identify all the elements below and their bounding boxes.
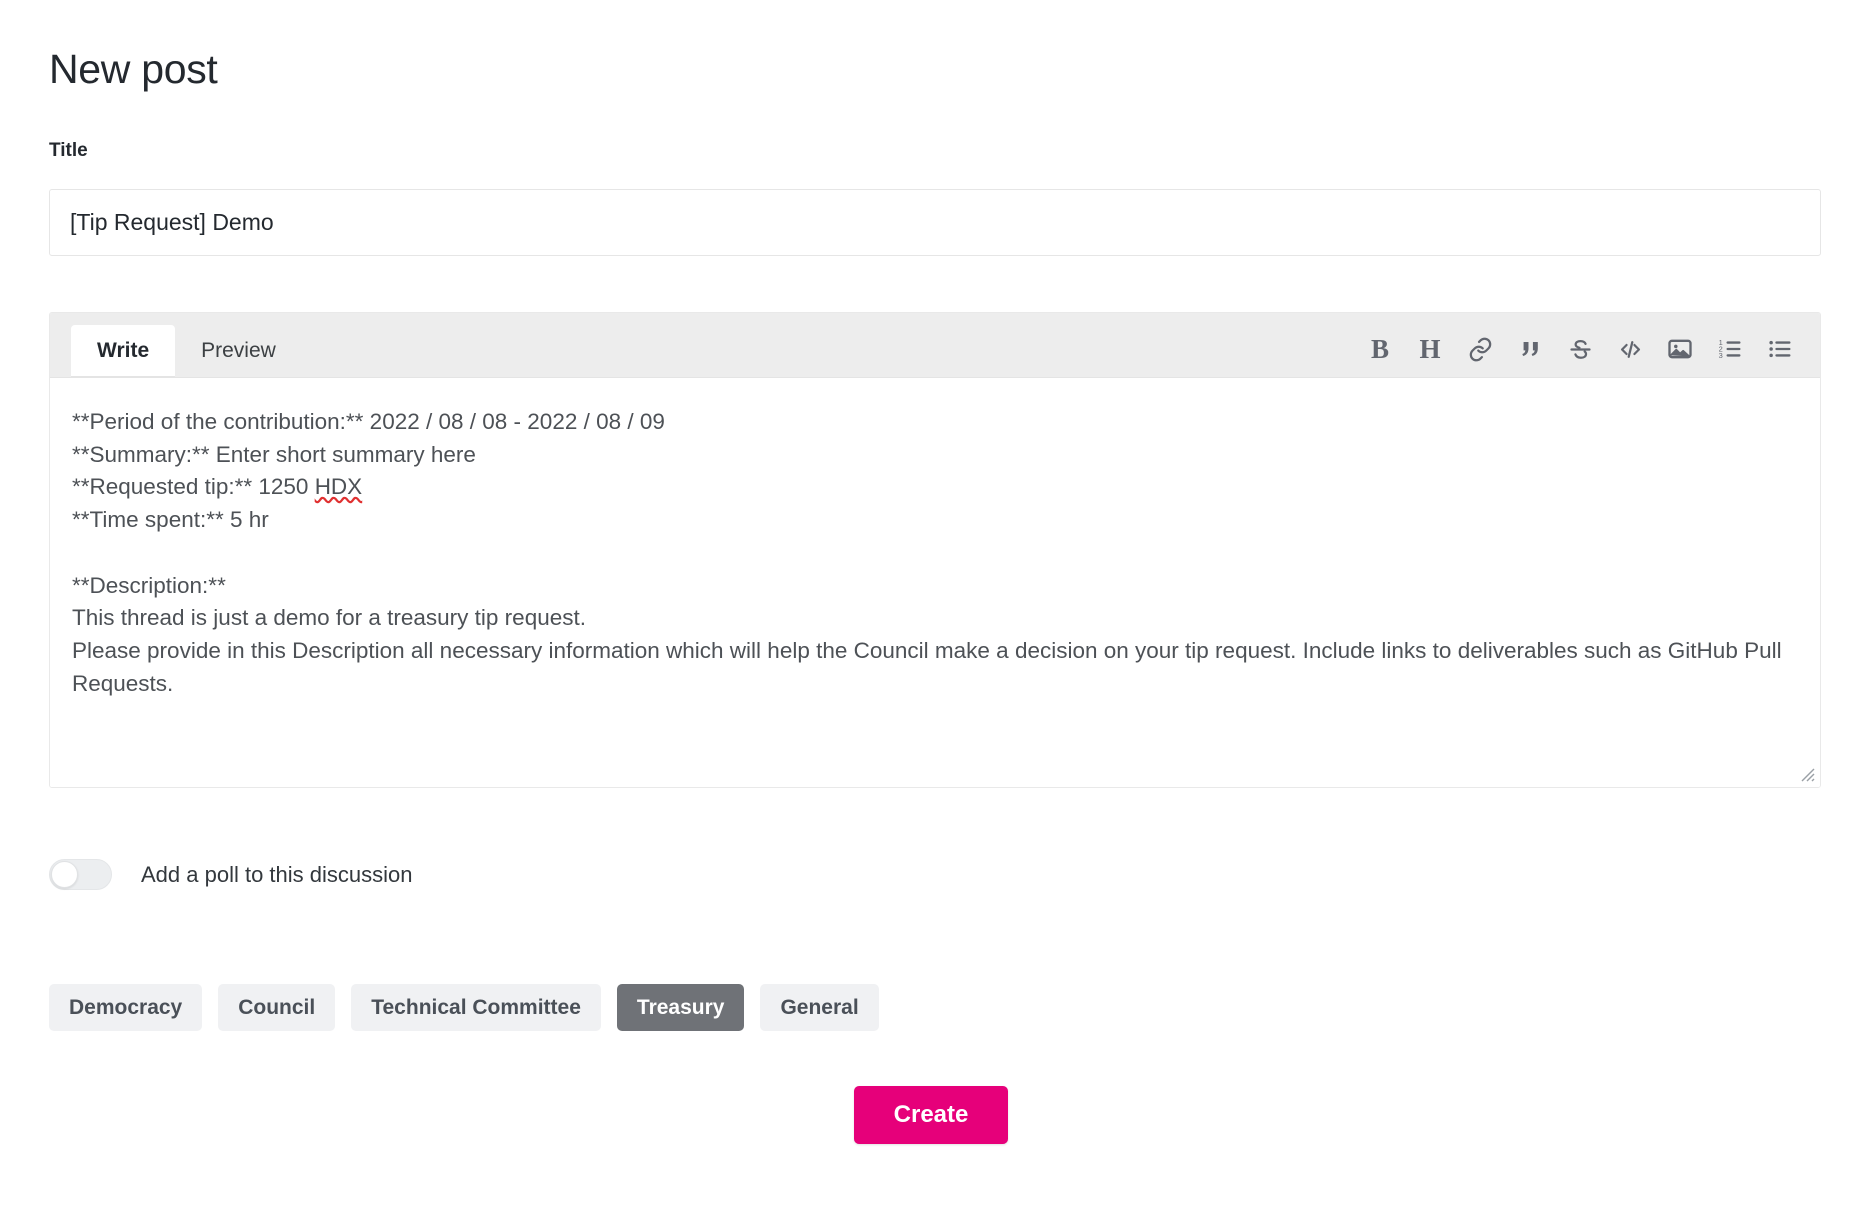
editor-toolbar: Write Preview B H 1 2 3 — [50, 313, 1820, 378]
title-input[interactable] — [49, 189, 1821, 256]
link-icon[interactable] — [1462, 331, 1498, 367]
poll-toggle-row: Add a poll to this discussion — [49, 859, 413, 890]
code-icon[interactable] — [1612, 331, 1648, 367]
markdown-editor: Write Preview B H 1 2 3 **Period of the … — [49, 312, 1821, 788]
strikethrough-icon[interactable] — [1562, 331, 1598, 367]
create-button[interactable]: Create — [853, 1086, 1009, 1144]
textarea-resize-handle[interactable] — [1794, 761, 1816, 783]
tab-preview[interactable]: Preview — [175, 325, 302, 377]
image-icon[interactable] — [1662, 331, 1698, 367]
bold-icon[interactable]: B — [1362, 331, 1398, 367]
unordered-list-icon[interactable] — [1762, 331, 1798, 367]
tag-democracy[interactable]: Democracy — [49, 984, 203, 1032]
ordered-list-icon[interactable]: 1 2 3 — [1712, 331, 1748, 367]
tag-council[interactable]: Council — [218, 984, 336, 1032]
poll-toggle-label: Add a poll to this discussion — [141, 861, 413, 887]
tag-selector: Democracy Council Technical Committee Tr… — [49, 984, 879, 1032]
tag-technical-committee[interactable]: Technical Committee — [351, 984, 601, 1032]
tab-write[interactable]: Write — [71, 325, 176, 377]
title-field-label: Title — [49, 140, 88, 161]
formatting-toolbar: B H 1 2 3 — [1362, 331, 1798, 367]
editor-body: **Period of the contribution:** 2022 / 0… — [50, 378, 1820, 787]
tag-treasury[interactable]: Treasury — [616, 984, 745, 1032]
new-post-page: New post Title Write Preview B H — [0, 0, 1862, 1232]
create-button-row: Create — [0, 1086, 1862, 1144]
editor-tabs: Write Preview — [71, 313, 302, 377]
tag-general[interactable]: General — [760, 984, 879, 1032]
poll-toggle-switch[interactable] — [49, 859, 112, 890]
post-content-textarea[interactable]: **Period of the contribution:** 2022 / 0… — [50, 378, 1820, 787]
bold-glyph: B — [1370, 333, 1389, 364]
page-title: New post — [49, 46, 218, 93]
quote-icon[interactable] — [1512, 331, 1548, 367]
poll-toggle-knob — [51, 861, 78, 888]
heading-icon[interactable]: H — [1412, 331, 1448, 367]
svg-text:3: 3 — [1719, 351, 1723, 360]
heading-glyph: H — [1419, 333, 1441, 364]
